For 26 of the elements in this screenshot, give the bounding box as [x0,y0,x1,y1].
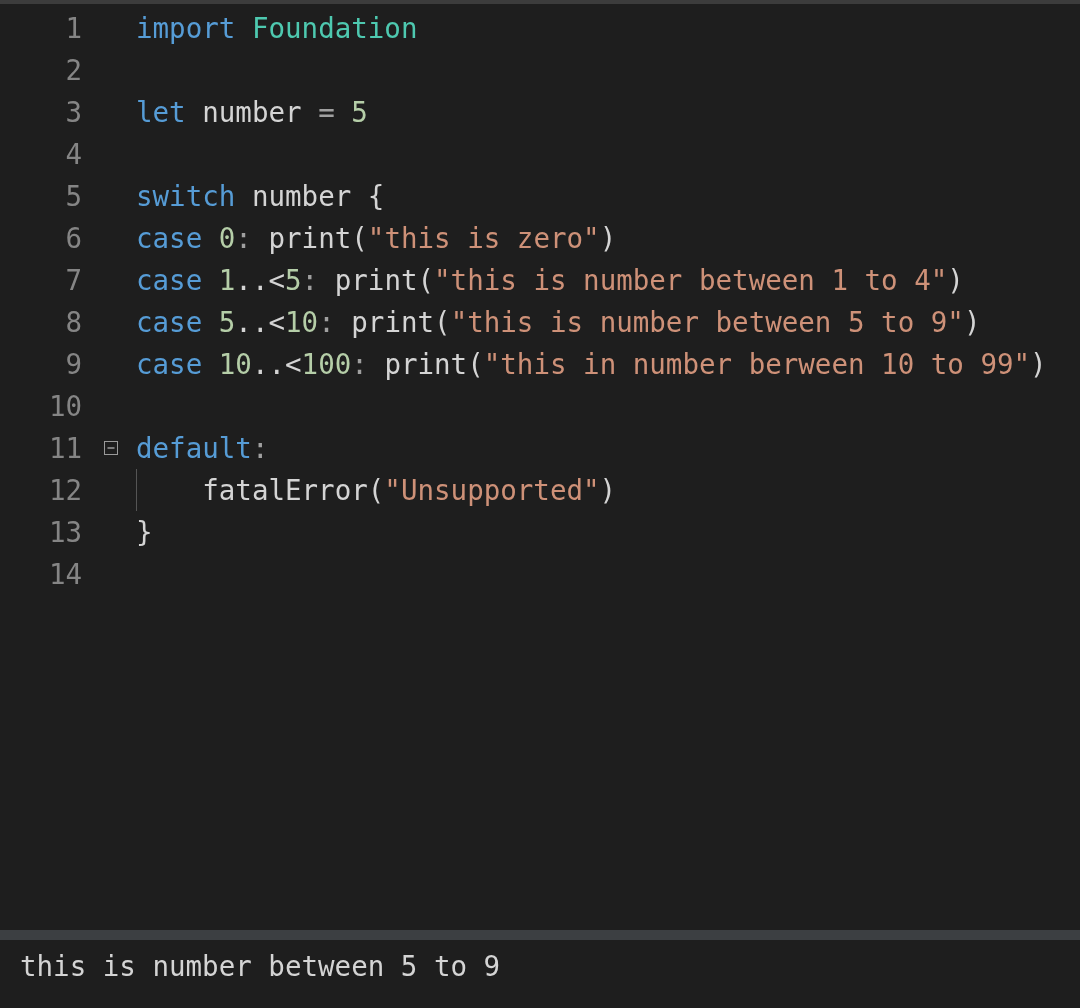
line-number: 14 [47,558,82,590]
code-line: case 5..<10: print("this is number between 5 to 9") [136,305,981,340]
code-line: import Foundation [136,11,418,46]
code-line: switch number { [136,179,385,214]
code-line: fatalError("Unsupported") [202,473,617,508]
line-number: 3 [64,96,82,128]
line-number: 10 [47,390,82,422]
line-number: 12 [47,474,82,506]
line-number: 9 [64,348,82,380]
line-number: 7 [64,264,82,296]
code-line: default: [136,431,269,466]
code-line: } [136,515,153,550]
line-number: 5 [64,180,82,212]
line-number: 1 [64,12,82,44]
line-number: 2 [64,54,82,86]
code-line: case 1..<5: print("this is number between 1 to 4") [136,263,964,298]
line-number: 11 [47,432,82,464]
line-number: 8 [64,306,82,338]
line-number: 4 [64,138,82,170]
code-line: case 10..<100: print("this in number berween 10 to 99") [136,347,1047,382]
line-number: 13 [47,516,82,548]
collapse-icon[interactable] [104,441,118,455]
code-line: let number = 5 [136,95,368,130]
console-output: this is number between 5 to 9 [20,950,501,982]
line-number: 6 [64,222,82,254]
code-line: case 0: print("this is zero") [136,221,617,256]
